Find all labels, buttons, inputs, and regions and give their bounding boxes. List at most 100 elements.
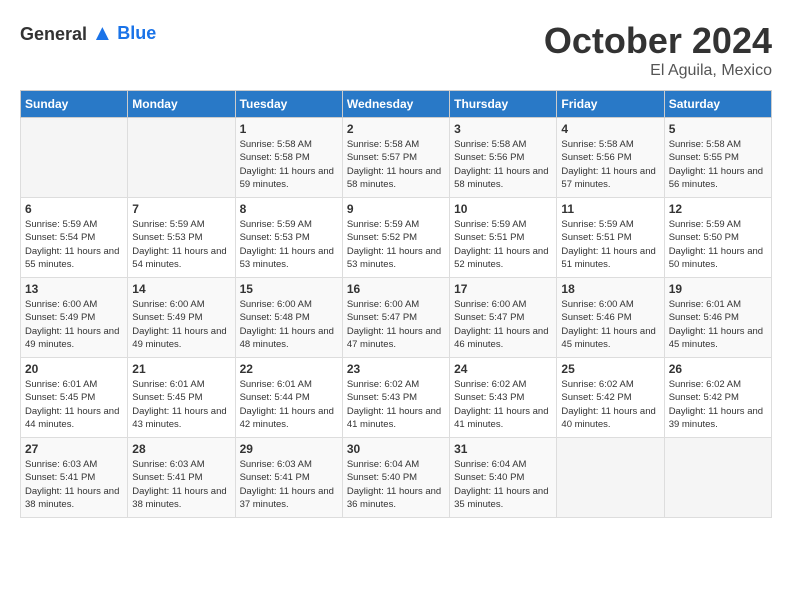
day-cell: 27Sunrise: 6:03 AM Sunset: 5:41 PM Dayli…	[21, 438, 128, 518]
day-info: Sunrise: 6:01 AM Sunset: 5:45 PM Dayligh…	[132, 378, 230, 431]
day-info: Sunrise: 6:04 AM Sunset: 5:40 PM Dayligh…	[347, 458, 445, 511]
day-info: Sunrise: 6:00 AM Sunset: 5:48 PM Dayligh…	[240, 298, 338, 351]
day-info: Sunrise: 5:59 AM Sunset: 5:51 PM Dayligh…	[561, 218, 659, 271]
day-cell: 30 Sunrise: 6:04 AM Sunset: 5:40 PM Dayli…	[342, 438, 449, 518]
week-row-2: 6Sunrise: 5:59 AM Sunset: 5:54 PM Daylig…	[21, 198, 772, 278]
weekday-header-monday: Monday	[128, 91, 235, 118]
day-number: 25	[561, 362, 659, 376]
day-info: Sunrise: 5:58 AM Sunset: 5:55 PM Dayligh…	[669, 138, 767, 191]
logo-bird-icon: ▲	[92, 20, 114, 45]
day-cell	[664, 438, 771, 518]
day-cell: 15 Sunrise: 6:00 AM Sunset: 5:48 PM Dayli…	[235, 278, 342, 358]
day-info: Sunrise: 5:59 AM Sunset: 5:53 PM Dayligh…	[240, 218, 338, 271]
logo-blue: Blue	[117, 23, 156, 43]
day-info: Sunrise: 6:03 AM Sunset: 5:41 PM Dayligh…	[132, 458, 230, 511]
weekday-header-friday: Friday	[557, 91, 664, 118]
day-info: Sunrise: 6:02 AM Sunset: 5:42 PM Dayligh…	[561, 378, 659, 431]
day-info: Sunrise: 6:02 AM Sunset: 5:42 PM Dayligh…	[669, 378, 767, 431]
day-info: Sunrise: 6:03 AM Sunset: 5:41 PM Dayligh…	[25, 458, 123, 511]
day-number: 9	[347, 202, 445, 216]
day-number: 4	[561, 122, 659, 136]
day-info: Sunrise: 6:01 AM Sunset: 5:44 PM Dayligh…	[240, 378, 338, 431]
day-cell	[557, 438, 664, 518]
weekday-header-wednesday: Wednesday	[342, 91, 449, 118]
day-info: Sunrise: 5:59 AM Sunset: 5:54 PM Dayligh…	[25, 218, 123, 271]
day-number: 15	[240, 282, 338, 296]
day-info: Sunrise: 6:00 AM Sunset: 5:47 PM Dayligh…	[347, 298, 445, 351]
day-number: 5	[669, 122, 767, 136]
weekday-header-sunday: Sunday	[21, 91, 128, 118]
weekday-header-thursday: Thursday	[450, 91, 557, 118]
day-cell: 10 Sunrise: 5:59 AM Sunset: 5:51 PM Dayli…	[450, 198, 557, 278]
day-number: 1	[240, 122, 338, 136]
logo-general: General	[20, 24, 87, 44]
day-cell: 23 Sunrise: 6:02 AM Sunset: 5:43 PM Dayli…	[342, 358, 449, 438]
day-number: 12	[669, 202, 767, 216]
day-info: Sunrise: 5:59 AM Sunset: 5:50 PM Dayligh…	[669, 218, 767, 271]
day-cell: 1Sunrise: 5:58 AM Sunset: 5:58 PM Daylig…	[235, 118, 342, 198]
calendar-body: 1Sunrise: 5:58 AM Sunset: 5:58 PM Daylig…	[21, 118, 772, 518]
day-cell: 28 Sunrise: 6:03 AM Sunset: 5:41 PM Dayli…	[128, 438, 235, 518]
day-number: 10	[454, 202, 552, 216]
day-number: 26	[669, 362, 767, 376]
day-number: 7	[132, 202, 230, 216]
day-cell: 12 Sunrise: 5:59 AM Sunset: 5:50 PM Dayli…	[664, 198, 771, 278]
day-cell: 8Sunrise: 5:59 AM Sunset: 5:53 PM Daylig…	[235, 198, 342, 278]
day-number: 13	[25, 282, 123, 296]
day-number: 2	[347, 122, 445, 136]
day-info: Sunrise: 6:00 AM Sunset: 5:49 PM Dayligh…	[25, 298, 123, 351]
day-info: Sunrise: 6:03 AM Sunset: 5:41 PM Dayligh…	[240, 458, 338, 511]
day-number: 23	[347, 362, 445, 376]
day-info: Sunrise: 6:02 AM Sunset: 5:43 PM Dayligh…	[347, 378, 445, 431]
day-cell: 3 Sunrise: 5:58 AM Sunset: 5:56 PM Daylig…	[450, 118, 557, 198]
day-cell: 26 Sunrise: 6:02 AM Sunset: 5:42 PM Dayli…	[664, 358, 771, 438]
day-info: Sunrise: 6:00 AM Sunset: 5:47 PM Dayligh…	[454, 298, 552, 351]
day-info: Sunrise: 5:58 AM Sunset: 5:56 PM Dayligh…	[454, 138, 552, 191]
day-cell: 6Sunrise: 5:59 AM Sunset: 5:54 PM Daylig…	[21, 198, 128, 278]
day-info: Sunrise: 5:58 AM Sunset: 5:56 PM Dayligh…	[561, 138, 659, 191]
day-number: 20	[25, 362, 123, 376]
day-cell: 24Sunrise: 6:02 AM Sunset: 5:43 PM Dayli…	[450, 358, 557, 438]
day-cell: 13 Sunrise: 6:00 AM Sunset: 5:49 PM Dayli…	[21, 278, 128, 358]
day-info: Sunrise: 6:00 AM Sunset: 5:49 PM Dayligh…	[132, 298, 230, 351]
day-cell: 25 Sunrise: 6:02 AM Sunset: 5:42 PM Dayli…	[557, 358, 664, 438]
day-cell: 9 Sunrise: 5:59 AM Sunset: 5:52 PM Daylig…	[342, 198, 449, 278]
day-info: Sunrise: 6:00 AM Sunset: 5:46 PM Dayligh…	[561, 298, 659, 351]
day-cell	[21, 118, 128, 198]
day-number: 16	[347, 282, 445, 296]
weekday-header-tuesday: Tuesday	[235, 91, 342, 118]
week-row-4: 20 Sunrise: 6:01 AM Sunset: 5:45 PM Dayli…	[21, 358, 772, 438]
day-cell: 14 Sunrise: 6:00 AM Sunset: 5:49 PM Dayli…	[128, 278, 235, 358]
weekday-header-saturday: Saturday	[664, 91, 771, 118]
day-number: 24	[454, 362, 552, 376]
day-number: 3	[454, 122, 552, 136]
week-row-3: 13 Sunrise: 6:00 AM Sunset: 5:49 PM Dayli…	[21, 278, 772, 358]
calendar-table: SundayMondayTuesdayWednesdayThursdayFrid…	[20, 90, 772, 518]
day-number: 28	[132, 442, 230, 456]
day-cell: 4 Sunrise: 5:58 AM Sunset: 5:56 PM Daylig…	[557, 118, 664, 198]
weekday-row: SundayMondayTuesdayWednesdayThursdayFrid…	[21, 91, 772, 118]
calendar-subtitle: El Aguila, Mexico	[544, 62, 772, 80]
day-info: Sunrise: 5:58 AM Sunset: 5:57 PM Dayligh…	[347, 138, 445, 191]
day-number: 19	[669, 282, 767, 296]
day-number: 17	[454, 282, 552, 296]
calendar-header: SundayMondayTuesdayWednesdayThursdayFrid…	[21, 91, 772, 118]
day-number: 11	[561, 202, 659, 216]
day-cell: 19 Sunrise: 6:01 AM Sunset: 5:46 PM Dayli…	[664, 278, 771, 358]
day-info: Sunrise: 5:59 AM Sunset: 5:52 PM Dayligh…	[347, 218, 445, 271]
day-cell: 17 Sunrise: 6:00 AM Sunset: 5:47 PM Dayli…	[450, 278, 557, 358]
day-info: Sunrise: 6:01 AM Sunset: 5:45 PM Dayligh…	[25, 378, 123, 431]
day-cell: 18 Sunrise: 6:00 AM Sunset: 5:46 PM Dayli…	[557, 278, 664, 358]
day-info: Sunrise: 6:01 AM Sunset: 5:46 PM Dayligh…	[669, 298, 767, 351]
day-number: 18	[561, 282, 659, 296]
week-row-5: 27Sunrise: 6:03 AM Sunset: 5:41 PM Dayli…	[21, 438, 772, 518]
day-cell: 22Sunrise: 6:01 AM Sunset: 5:44 PM Dayli…	[235, 358, 342, 438]
day-cell: 31Sunrise: 6:04 AM Sunset: 5:40 PM Dayli…	[450, 438, 557, 518]
day-info: Sunrise: 5:59 AM Sunset: 5:53 PM Dayligh…	[132, 218, 230, 271]
day-info: Sunrise: 5:59 AM Sunset: 5:51 PM Dayligh…	[454, 218, 552, 271]
day-cell: 16 Sunrise: 6:00 AM Sunset: 5:47 PM Dayli…	[342, 278, 449, 358]
day-number: 30	[347, 442, 445, 456]
day-number: 14	[132, 282, 230, 296]
day-cell: 7 Sunrise: 5:59 AM Sunset: 5:53 PM Daylig…	[128, 198, 235, 278]
day-number: 29	[240, 442, 338, 456]
